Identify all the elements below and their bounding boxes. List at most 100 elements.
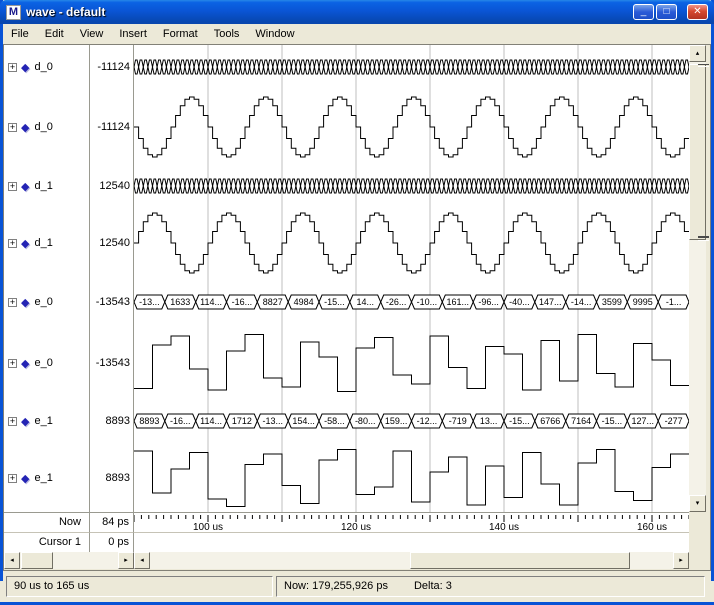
wave-canvas[interactable]: -13...1633114...-16...88274984-15...14..… bbox=[134, 45, 689, 512]
expand-icon[interactable]: + bbox=[8, 239, 17, 248]
wave-scrollbar-thumb[interactable] bbox=[410, 552, 630, 569]
bus-value-label: 8893 bbox=[139, 416, 159, 426]
bus-value-label: -12... bbox=[417, 416, 438, 426]
bus-value-label: -96... bbox=[478, 297, 499, 307]
signal-values-panel[interactable] bbox=[90, 45, 134, 512]
now-label: Now bbox=[4, 512, 90, 532]
right-filler bbox=[706, 45, 710, 512]
names-scroll-left-button[interactable]: ◂ bbox=[4, 552, 20, 569]
cursor-track[interactable] bbox=[134, 532, 689, 552]
modelsim-icon: M bbox=[6, 5, 21, 20]
menu-window[interactable]: Window bbox=[247, 24, 302, 44]
vertical-scrollbar-thumb[interactable] bbox=[689, 64, 706, 240]
close-button[interactable]: ✕ bbox=[687, 4, 708, 20]
analog-step-wave bbox=[134, 450, 689, 507]
bus-value-label: 4984 bbox=[294, 297, 314, 307]
cursor-value: 0 ps bbox=[90, 532, 134, 552]
pane-sash-grip[interactable] bbox=[698, 236, 709, 241]
status-delta: Delta: 3 bbox=[414, 577, 452, 596]
bus-wave bbox=[134, 60, 689, 74]
wave-scroll-left-button[interactable]: ◂ bbox=[134, 552, 150, 569]
expand-icon[interactable]: + bbox=[8, 63, 17, 72]
bus-value-label: 114... bbox=[200, 416, 222, 426]
bus-value-label: -15... bbox=[602, 416, 623, 426]
signal-diamond-icon: ◆ bbox=[21, 296, 29, 309]
bus-value-label: 14... bbox=[356, 297, 374, 307]
analog-step-wave bbox=[134, 335, 689, 392]
signal-name: e_0 bbox=[34, 357, 52, 369]
signal-name: e_1 bbox=[34, 472, 52, 484]
expand-icon[interactable]: + bbox=[8, 359, 17, 368]
signal-value: -11124 bbox=[90, 59, 130, 75]
wave-scroll-right-button[interactable]: ▸ bbox=[673, 552, 689, 569]
bus-value-label: 7164 bbox=[571, 416, 591, 426]
expand-icon[interactable]: + bbox=[8, 298, 17, 307]
bus-value-label: -16... bbox=[170, 416, 191, 426]
signal-row[interactable]: + ◆ d_1 bbox=[8, 235, 88, 251]
signal-diamond-icon: ◆ bbox=[21, 121, 29, 134]
menu-view[interactable]: View bbox=[72, 24, 112, 44]
window-border-left bbox=[0, 0, 3, 581]
signal-row[interactable]: +◆e_1 bbox=[8, 470, 88, 486]
status-range: 90 us to 165 us bbox=[6, 576, 273, 597]
status-now-panel: Now: 179,255,926 ps Delta: 3 bbox=[276, 576, 705, 597]
signal-row[interactable]: +◆e_0 bbox=[8, 294, 88, 310]
menu-tools[interactable]: Tools bbox=[206, 24, 248, 44]
menu-file[interactable]: File bbox=[3, 24, 37, 44]
bus-value-label: -58... bbox=[324, 416, 345, 426]
signal-diamond-icon: ◆ bbox=[21, 415, 29, 428]
bus-value-label: -277 bbox=[665, 416, 683, 426]
bus-value-label: -16... bbox=[232, 297, 253, 307]
bus-value-label: 114... bbox=[200, 297, 222, 307]
signal-row[interactable]: +◆d_0 bbox=[8, 59, 88, 75]
expand-icon[interactable]: + bbox=[8, 123, 17, 132]
signal-name: d_0 bbox=[34, 121, 52, 133]
timeline-label: 120 us bbox=[341, 522, 371, 532]
bus-value-label: -13... bbox=[263, 416, 284, 426]
signal-row[interactable]: + ◆ e_1 bbox=[8, 413, 88, 429]
analog-sine-wave bbox=[134, 213, 689, 273]
maximize-button[interactable]: □ bbox=[656, 4, 677, 20]
signal-row[interactable]: + ◆ d_1 bbox=[8, 178, 88, 194]
titlebar[interactable]: M wave - default _ □ ✕ bbox=[0, 0, 714, 24]
signal-row[interactable]: + ◆ d_0 bbox=[8, 119, 88, 135]
signal-value: -11124 bbox=[90, 119, 130, 135]
menu-edit[interactable]: Edit bbox=[37, 24, 72, 44]
signal-row[interactable]: +◆e_0 bbox=[8, 355, 88, 371]
cursor-label[interactable]: Cursor 1 bbox=[4, 532, 90, 552]
names-scrollbar-thumb[interactable] bbox=[21, 552, 53, 569]
scroll-up-button[interactable]: ▴ bbox=[689, 45, 706, 62]
bus-value-label: 147... bbox=[539, 297, 562, 307]
horizontal-scrollbar-row: ◂ ▸ ◂ ▸ bbox=[4, 552, 710, 569]
expand-icon[interactable]: + bbox=[8, 417, 17, 426]
names-scroll-right-button[interactable]: ▸ bbox=[118, 552, 134, 569]
bus-value-label: -1... bbox=[666, 297, 682, 307]
pane-sash-grip[interactable] bbox=[698, 64, 709, 67]
status-bar: 90 us to 165 us Now: 179,255,926 ps Delt… bbox=[3, 571, 711, 602]
bus-value-label: 13... bbox=[480, 416, 498, 426]
bus-value-label: -26... bbox=[386, 297, 407, 307]
bus-value-label: -10... bbox=[417, 297, 438, 307]
bus-value-label: 161... bbox=[447, 297, 470, 307]
bus-value-label: -80... bbox=[355, 416, 376, 426]
signal-value: 12540 bbox=[90, 178, 130, 194]
signal-names-panel[interactable] bbox=[4, 45, 90, 512]
signal-diamond-icon: ◆ bbox=[21, 180, 29, 193]
status-now: Now: 179,255,926 ps bbox=[284, 577, 388, 596]
menu-insert[interactable]: Insert bbox=[111, 24, 155, 44]
minimize-button[interactable]: _ bbox=[633, 4, 654, 20]
signal-name: d_1 bbox=[34, 180, 52, 192]
signal-value: 12540 bbox=[90, 235, 130, 251]
signal-value: 8893 bbox=[90, 413, 130, 429]
signal-diamond-icon: ◆ bbox=[21, 237, 29, 250]
time-ruler[interactable]: 100 us120 us140 us160 us bbox=[134, 512, 689, 532]
waveform-plot[interactable]: -13...1633114...-16...88274984-15...14..… bbox=[134, 45, 689, 512]
signal-name: d_1 bbox=[34, 237, 52, 249]
signal-name: e_1 bbox=[34, 415, 52, 427]
scroll-down-button[interactable]: ▾ bbox=[689, 495, 706, 512]
bus-value-label: -14... bbox=[571, 297, 592, 307]
expand-icon[interactable]: + bbox=[8, 474, 17, 483]
expand-icon[interactable]: + bbox=[8, 182, 17, 191]
menu-format[interactable]: Format bbox=[155, 24, 206, 44]
bus-value-label: -13... bbox=[139, 297, 160, 307]
